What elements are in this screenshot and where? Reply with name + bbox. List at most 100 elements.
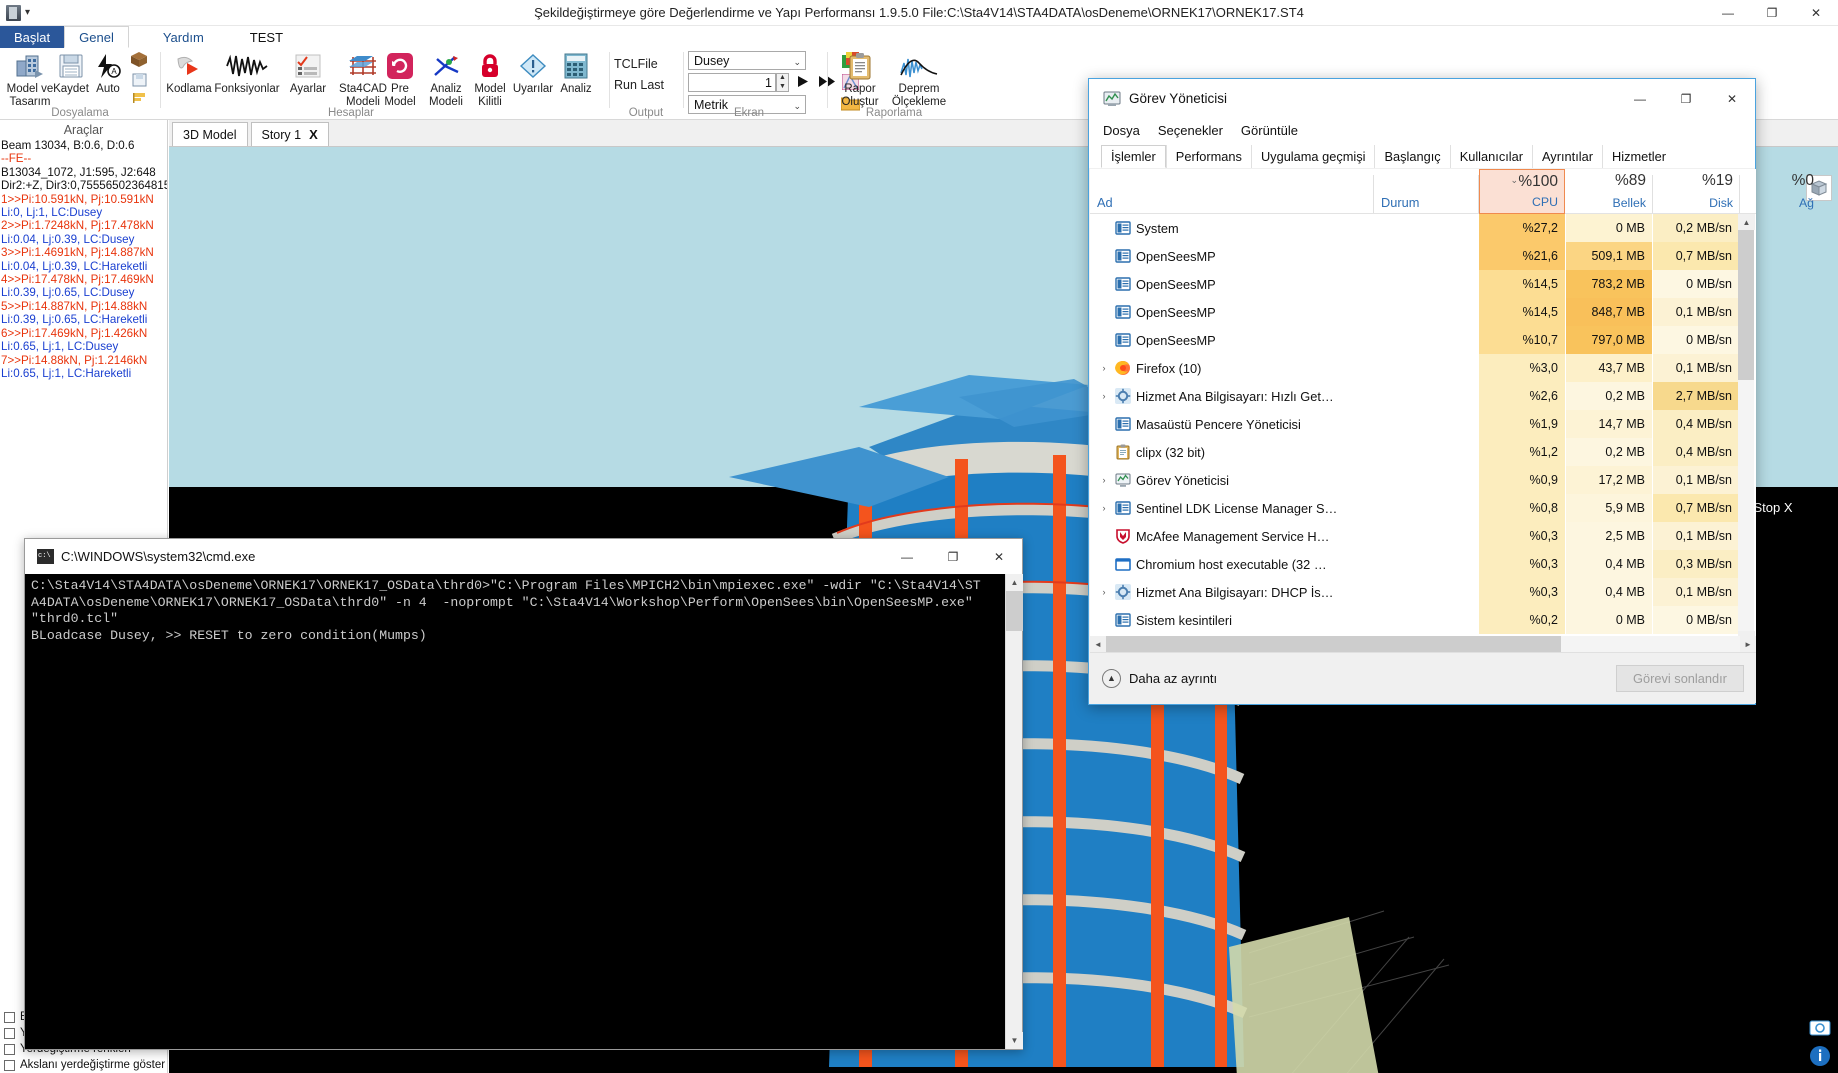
ribbon-tabs[interactable]: Başlat Genel Yardım TEST (0, 26, 1838, 48)
ribbon-tab-genel[interactable]: Genel (64, 26, 129, 48)
process-name-cell[interactable]: ›Görev Yöneticisi (1090, 466, 1375, 494)
column-header-ad[interactable]: Ad (1090, 169, 1373, 214)
ribbon-tab-baslat[interactable]: Başlat (0, 26, 64, 48)
column-header-ag[interactable]: %0 Ağ (1740, 169, 1820, 214)
process-name-cell[interactable]: clipx (32 bit) (1090, 438, 1375, 466)
table-row[interactable]: System%27,20 MB0,2 MB/sn0,1 Mb/sn (1090, 214, 1740, 242)
table-row[interactable]: Masaüstü Pencere Yöneticisi%1,914,7 MB0,… (1090, 410, 1740, 438)
task-manager-window[interactable]: Görev Yöneticisi — ❐ ✕ Dosya Seçenekler … (1088, 78, 1756, 705)
scroll-down-icon[interactable]: ▼ (1006, 1032, 1023, 1049)
viewport-bottom-right-tools[interactable] (1804, 1013, 1838, 1073)
table-row[interactable]: ›Sentinel LDK License Manager S…%0,85,9 … (1090, 494, 1740, 522)
ribbon-button-deprem-olcekleme[interactable]: Deprem Ölçekleme (886, 50, 952, 108)
tm-minimize-button[interactable]: — (1617, 80, 1663, 118)
checkbox-renkler[interactable] (4, 1044, 15, 1055)
menu-item-dosya[interactable]: Dosya (1103, 123, 1140, 138)
process-name-cell[interactable]: Chromium host executable (32 … (1090, 550, 1375, 578)
scroll-right-icon[interactable]: ► (1740, 636, 1756, 652)
process-rows[interactable]: System%27,20 MB0,2 MB/sn0,1 Mb/snOpenSee… (1090, 214, 1740, 646)
process-name-cell[interactable]: ›Firefox (10) (1090, 354, 1375, 382)
cmd-window[interactable]: C:\WINDOWS\system32\cmd.exe — ❐ ✕ C:\Sta… (24, 538, 1023, 1050)
process-name-cell[interactable]: OpenSeesMP (1090, 298, 1375, 326)
process-name-cell[interactable]: Sistem kesintileri (1090, 606, 1375, 634)
table-row[interactable]: Chromium host executable (32 …%0,30,4 MB… (1090, 550, 1740, 578)
column-header-disk[interactable]: %19 Disk (1653, 169, 1739, 214)
flag-icon[interactable] (126, 90, 152, 106)
process-name-cell[interactable]: OpenSeesMP (1090, 270, 1375, 298)
process-name-cell[interactable]: ›Hizmet Ana Bilgisayarı: Hızlı Get… (1090, 382, 1375, 410)
tm-tab-performans[interactable]: Performans (1166, 145, 1251, 168)
table-row[interactable]: ›Firefox (10)%3,043,7 MB0,1 MB/sn0 Mb/sn (1090, 354, 1740, 382)
chevron-right-icon[interactable]: › (1098, 475, 1110, 485)
ribbon-button-model-kilitli[interactable]: Model Kilitli (467, 50, 513, 108)
table-row[interactable]: OpenSeesMP%14,5848,7 MB0,1 MB/sn0 Mb/sn (1090, 298, 1740, 326)
cmd-scrollbar[interactable]: ▲ ▼ (1005, 574, 1022, 1049)
process-list-header[interactable]: Ad Durum ⌄ %100 CPU %89 Bellek %19 Disk (1090, 169, 1756, 214)
column-header-durum[interactable]: Durum (1374, 169, 1478, 214)
ribbon-button-analiz[interactable]: Analiz (553, 50, 599, 96)
end-task-button[interactable]: Görevi sonlandır (1616, 665, 1744, 692)
table-row[interactable]: ›Hizmet Ana Bilgisayarı: Hızlı Get…%2,60… (1090, 382, 1740, 410)
process-list[interactable]: Ad Durum ⌄ %100 CPU %89 Bellek %19 Disk (1090, 169, 1756, 647)
ribbon-button-ayarlar[interactable]: Ayarlar (283, 50, 333, 96)
column-header-cpu[interactable]: ⌄ %100 CPU (1479, 169, 1565, 214)
table-row[interactable]: Sistem kesintileri%0,20 MB0 MB/sn0 Mb/sn (1090, 606, 1740, 634)
table-row[interactable]: OpenSeesMP%21,6509,1 MB0,7 MB/sn0 Mb/sn (1090, 242, 1740, 270)
cmd-titlebar[interactable]: C:\WINDOWS\system32\cmd.exe — ❐ ✕ (25, 539, 1022, 574)
table-row[interactable]: ›Hizmet Ana Bilgisayarı: DHCP İs…%0,30,4… (1090, 578, 1740, 606)
ribbon-button-pre-model[interactable]: Pre Model (377, 50, 423, 108)
viewport-tab-3d-model[interactable]: 3D Model (172, 122, 248, 146)
table-row[interactable]: OpenSeesMP%14,5783,2 MB0 MB/sn0 Mb/sn (1090, 270, 1740, 298)
chevron-down-icon[interactable]: ⌄ (793, 54, 801, 71)
checkbox-row-akslar[interactable]: Akslanı yerdeğiştirme göster (0, 1057, 168, 1073)
cmd-minimize-button[interactable]: — (884, 540, 930, 574)
scroll-left-icon[interactable]: ◄ (1090, 636, 1106, 652)
column-header-bellek[interactable]: %89 Bellek (1566, 169, 1652, 214)
chevron-right-icon[interactable]: › (1098, 391, 1110, 401)
process-name-cell[interactable]: Masaüstü Pencere Yöneticisi (1090, 410, 1375, 438)
ribbon-button-fonksiyonlar[interactable]: Fonksiyonlar (213, 50, 281, 96)
process-list-vertical-scrollbar[interactable]: ▲ ▼ (1738, 214, 1754, 647)
ribbon-button-rapor-olustur[interactable]: Rapor Oluştur (834, 50, 886, 108)
view-mode-combo[interactable]: Dusey ⌄ (688, 51, 806, 70)
app-maximize-button[interactable]: ❐ (1750, 0, 1794, 26)
table-row[interactable]: ›Görev Yöneticisi%0,917,2 MB0,1 MB/sn0 M… (1090, 466, 1740, 494)
table-row[interactable]: OpenSeesMP%10,7797,0 MB0 MB/sn0 Mb/sn (1090, 326, 1740, 354)
ribbon-button-analiz-modeli[interactable]: Analiz Modeli (421, 50, 471, 108)
process-name-cell[interactable]: OpenSeesMP (1090, 242, 1375, 270)
task-manager-window-controls[interactable]: — ❐ ✕ (1617, 80, 1755, 118)
chevron-right-icon[interactable]: › (1098, 503, 1110, 513)
chevron-right-icon[interactable]: › (1098, 587, 1110, 597)
task-manager-tabs[interactable]: İşlemlerPerformansUygulama geçmişiBaşlan… (1089, 143, 1755, 168)
ribbon-button-package[interactable] (126, 48, 152, 108)
ribbon-button-uyarilar[interactable]: Uyarılar (510, 50, 556, 96)
table-row[interactable]: clipx (32 bit)%1,20,2 MB0,4 MB/sn0 Mb/sn (1090, 438, 1740, 466)
chevron-down-icon[interactable]: ▾ (25, 7, 30, 18)
tm-tab-ayr-nt-lar[interactable]: Ayrıntılar (1532, 145, 1602, 168)
quick-access-toolbar[interactable]: ▾ (0, 5, 30, 21)
checkbox-ye[interactable] (4, 1028, 15, 1039)
scroll-up-icon[interactable]: ▲ (1738, 214, 1755, 230)
tm-tab-ba-lang-[interactable]: Başlangıç (1374, 145, 1449, 168)
menu-item-goruntule[interactable]: Görüntüle (1241, 123, 1298, 138)
table-row[interactable]: McAfee Management Service H…%0,32,5 MB0,… (1090, 522, 1740, 550)
close-icon[interactable]: X (309, 127, 318, 142)
process-name-cell[interactable]: McAfee Management Service H… (1090, 522, 1375, 550)
output-tclfile-label[interactable]: TCLFile (614, 57, 658, 71)
save-small-icon[interactable] (126, 72, 152, 88)
process-name-cell[interactable]: System (1090, 214, 1375, 242)
app-minimize-button[interactable]: — (1706, 0, 1750, 26)
stop-x-button[interactable]: Stop X (1750, 493, 1796, 521)
checkbox-el[interactable] (4, 1012, 15, 1023)
process-list-horizontal-scrollbar[interactable]: ◄ ► (1090, 636, 1756, 652)
cmd-maximize-button[interactable]: ❐ (930, 540, 976, 574)
step-spinner-input[interactable]: 1 (688, 73, 776, 92)
step-spinner-buttons[interactable]: ▲ ▼ (776, 73, 789, 92)
ribbon-button-kodlama[interactable]: Kodlama (161, 50, 217, 96)
scroll-up-icon[interactable]: ▲ (1006, 574, 1023, 591)
chevron-right-icon[interactable]: › (1098, 363, 1110, 373)
checkbox-akslar[interactable] (4, 1060, 15, 1071)
cmd-scrollbar-thumb[interactable] (1006, 591, 1023, 631)
tm-tab-hizmetler[interactable]: Hizmetler (1602, 145, 1675, 168)
task-manager-menubar[interactable]: Dosya Seçenekler Görüntüle (1089, 118, 1755, 143)
